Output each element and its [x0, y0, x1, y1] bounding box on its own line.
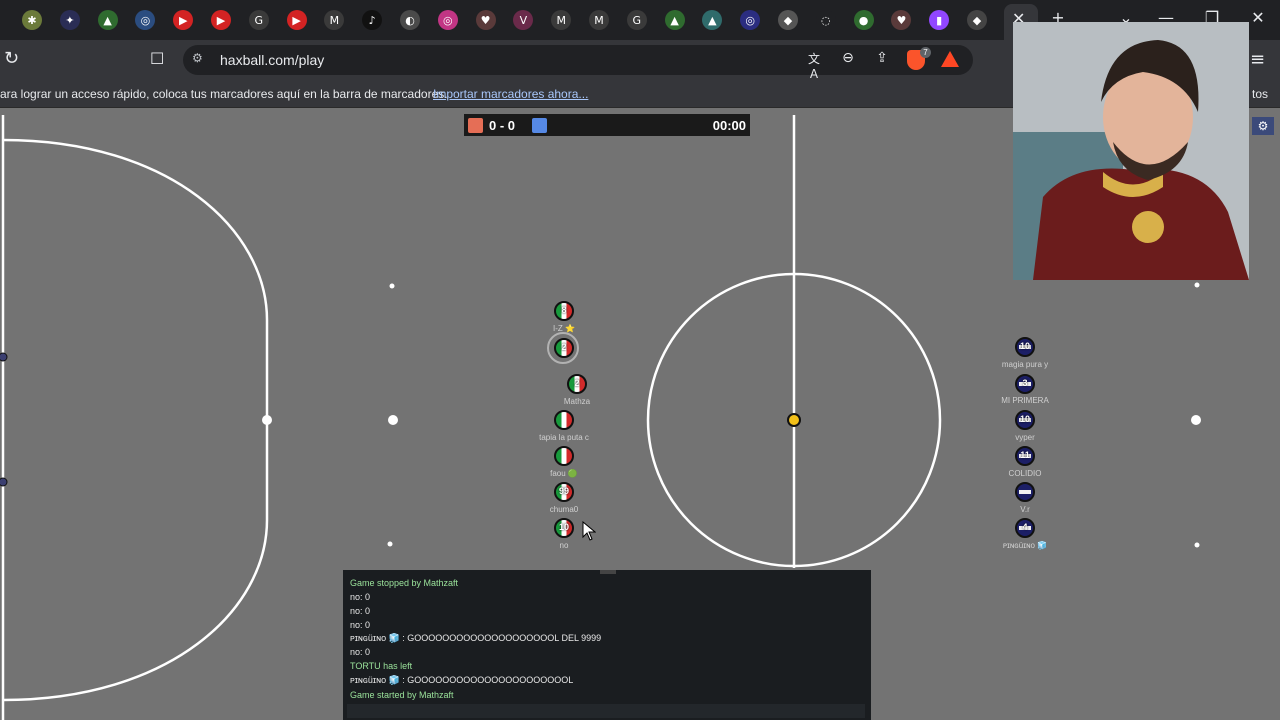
player-name: COLIDIO	[1008, 469, 1042, 478]
chat-line: no: 0	[350, 592, 371, 602]
player-name: Mathza	[563, 397, 591, 406]
streamer-figure	[1013, 22, 1249, 280]
marker-dot	[387, 541, 393, 547]
marker-dot	[389, 283, 395, 289]
blue-player: 11	[1015, 446, 1035, 466]
score: 0 - 0	[489, 118, 516, 133]
blue-team-marker	[532, 118, 547, 133]
red-player: 10	[554, 518, 574, 538]
match-timer: 00:00	[712, 118, 746, 133]
blue-player	[1015, 482, 1035, 502]
marker-dot	[1194, 282, 1200, 288]
player-avatar: 2	[574, 378, 580, 388]
player-name: chuma0	[549, 505, 579, 514]
penalty-spot	[262, 415, 272, 425]
ball	[787, 413, 801, 427]
chat-resize-handle[interactable]	[600, 570, 616, 574]
player-avatar: 10	[1019, 414, 1030, 424]
chat-line: ᴘɪɴɢüɪɴᴏ 🧊 : GOOOOOOOOOOOOOOOOOOOOOOL	[350, 675, 574, 685]
chat-line: TORTU has left	[350, 661, 413, 671]
red-player: 2	[567, 374, 587, 394]
blue-player: 3	[1015, 374, 1035, 394]
player-name: ᴘɪɴɢüɪɴᴏ 🧊	[1002, 541, 1048, 550]
mouse-cursor-icon	[582, 521, 596, 541]
player-avatar: 3	[1022, 378, 1028, 388]
player-name: magia pura y	[1001, 360, 1049, 369]
chat-input[interactable]	[347, 704, 865, 718]
webcam-overlay	[1013, 22, 1249, 280]
player-avatar: 11	[1020, 450, 1030, 460]
red-player: 2	[554, 338, 574, 358]
player-name: vyper	[1015, 433, 1035, 442]
player-avatar	[1017, 486, 1033, 500]
player-name: faou 🟢	[550, 469, 578, 478]
browser-window: ◆ ▮ ♥ ● ◌ ◆ ◎ ▲ ▲ G M M V ♥ ◎ ◐ ♪ M ▶ G ▶ ▶ ◎ ▲ ✦ ✱ ✕ + ⌄ — ❐ ✕ ↻…	[0, 0, 1280, 720]
red-player	[554, 410, 574, 430]
player-avatar	[556, 414, 572, 428]
chat-line: no: 0	[350, 620, 371, 630]
player-name: MI PRIMERA	[1001, 396, 1049, 405]
marker-dot	[388, 415, 398, 425]
player-name: V.r	[1020, 505, 1030, 514]
player-avatar: 99	[558, 486, 569, 496]
blue-player: 10	[1015, 337, 1035, 357]
chat-line: no: 0	[350, 647, 371, 657]
player-avatar: 2	[561, 342, 567, 352]
left-penalty-arc	[2, 138, 269, 702]
room-settings-icon[interactable]: ⚙	[1252, 117, 1274, 135]
chat-line: ᴘɪɴɢüɪɴᴏ 🧊 : GOOOOOOOOOOOOOOOOOOOOL DEL …	[350, 633, 602, 643]
player-avatar: 8	[561, 305, 567, 315]
red-player	[554, 446, 574, 466]
player-name: no	[559, 541, 569, 550]
player-avatar: 10	[1019, 341, 1030, 351]
red-player: 99	[554, 482, 574, 502]
chat-line: Game started by Mathzaft	[350, 690, 454, 700]
goal-post	[0, 352, 8, 362]
red-player: 8	[554, 301, 574, 321]
marker-dot	[1191, 415, 1201, 425]
marker-dot	[1194, 542, 1200, 548]
blue-player: 10	[1015, 410, 1035, 430]
player-avatar: 4	[1022, 522, 1028, 532]
player-name: I-Z ⭐	[553, 324, 575, 333]
player-avatar	[556, 450, 572, 464]
goal-post	[0, 477, 8, 487]
red-team-marker	[468, 118, 483, 133]
blue-player: 4	[1015, 518, 1035, 538]
player-name: tapia la puta c	[539, 433, 589, 442]
chat-line: no: 0	[350, 606, 371, 616]
player-avatar: 10	[558, 522, 569, 532]
chat-line: Game stopped by Mathzaft	[350, 578, 459, 588]
